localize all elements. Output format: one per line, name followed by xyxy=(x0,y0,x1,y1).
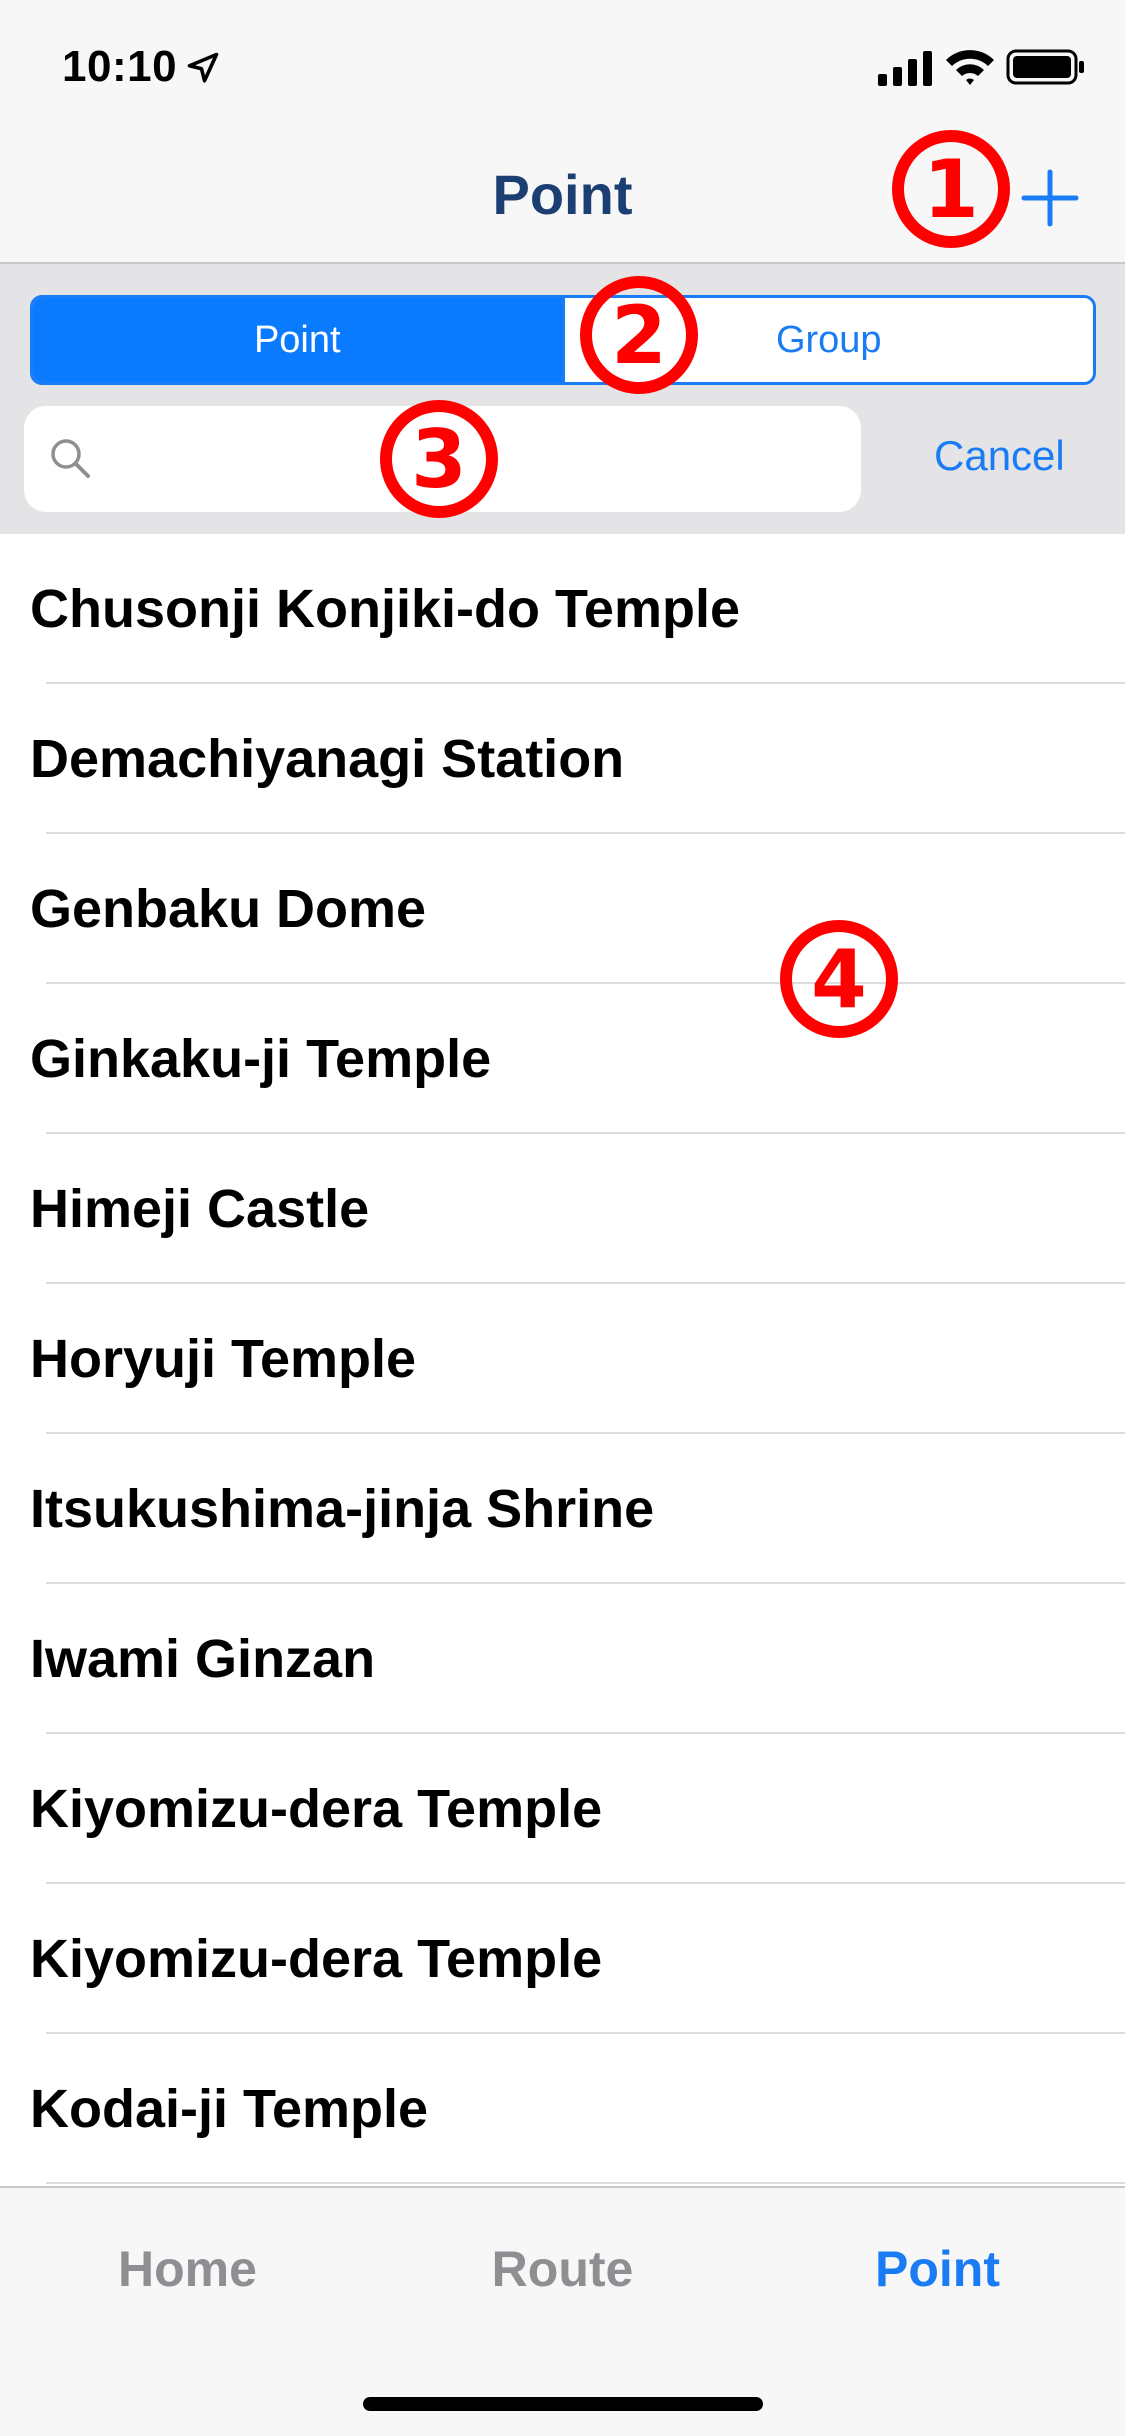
tab-route[interactable]: Route xyxy=(375,2240,750,2298)
navigation-bar: Point xyxy=(0,132,1125,264)
list-item-label: Iwami Ginzan xyxy=(30,1629,376,1689)
cancel-button[interactable]: Cancel xyxy=(934,432,1065,480)
add-icon[interactable] xyxy=(1010,158,1090,238)
list-item-label: Demachiyanagi Station xyxy=(30,729,625,789)
list-item-label: Genbaku Dome xyxy=(30,879,427,939)
search-input[interactable] xyxy=(112,424,842,494)
row-separator xyxy=(46,2182,1125,2184)
home-indicator xyxy=(363,2397,763,2411)
list-item-label: Kiyomizu-dera Temple xyxy=(30,1779,603,1839)
list-item[interactable]: Chusonji Konjiki-do Temple xyxy=(0,534,1125,684)
list-item-label: Chusonji Konjiki-do Temple xyxy=(30,579,740,639)
segment-point[interactable]: Point xyxy=(33,298,562,382)
list-item[interactable]: Himeji Castle xyxy=(0,1134,1125,1284)
status-time: 10:10 xyxy=(62,42,178,91)
list-item-label: Kiyomizu-dera Temple xyxy=(30,1929,603,1989)
page-title: Point xyxy=(492,163,633,226)
segment-group[interactable]: Group xyxy=(561,298,1094,382)
list-item[interactable]: Itsukushima-jinja Shrine xyxy=(0,1434,1125,1584)
tab-point[interactable]: Point xyxy=(750,2240,1125,2298)
list-item[interactable]: Horyuji Temple xyxy=(0,1284,1125,1434)
list-item[interactable]: Ginkaku-ji Temple xyxy=(0,984,1125,1134)
wifi-icon xyxy=(946,50,994,85)
list-item-label: Horyuji Temple xyxy=(30,1329,417,1389)
list-item[interactable]: Kiyomizu-dera Temple xyxy=(0,1884,1125,2034)
list-item-label: Ginkaku-ji Temple xyxy=(30,1029,492,1089)
point-list: Chusonji Konjiki-do Temple Demachiyanagi … xyxy=(0,534,1125,2186)
search-icon xyxy=(51,439,90,478)
list-item[interactable]: Kiyomizu-dera Temple xyxy=(0,1734,1125,1884)
status-bar: 10:10 xyxy=(0,0,1125,132)
list-item[interactable]: Kodai-ji Temple xyxy=(0,2034,1125,2184)
list-item-label: Himeji Castle xyxy=(30,1179,370,1239)
search-box xyxy=(24,406,861,512)
search-area: Point Group Cancel xyxy=(0,264,1125,534)
list-item-label: Kodai-ji Temple xyxy=(30,2079,429,2139)
battery-icon xyxy=(1006,49,1084,85)
list-item-label: Itsukushima-jinja Shrine xyxy=(30,1479,655,1539)
list-item[interactable]: Iwami Ginzan xyxy=(0,1584,1125,1734)
cellular-signal-icon xyxy=(878,51,932,86)
list-item[interactable]: Demachiyanagi Station xyxy=(0,684,1125,834)
tab-home[interactable]: Home xyxy=(0,2240,375,2298)
list-item[interactable]: Genbaku Dome xyxy=(0,834,1125,984)
segmented-control: Point Group xyxy=(30,295,1096,385)
location-arrow-icon xyxy=(187,52,219,83)
